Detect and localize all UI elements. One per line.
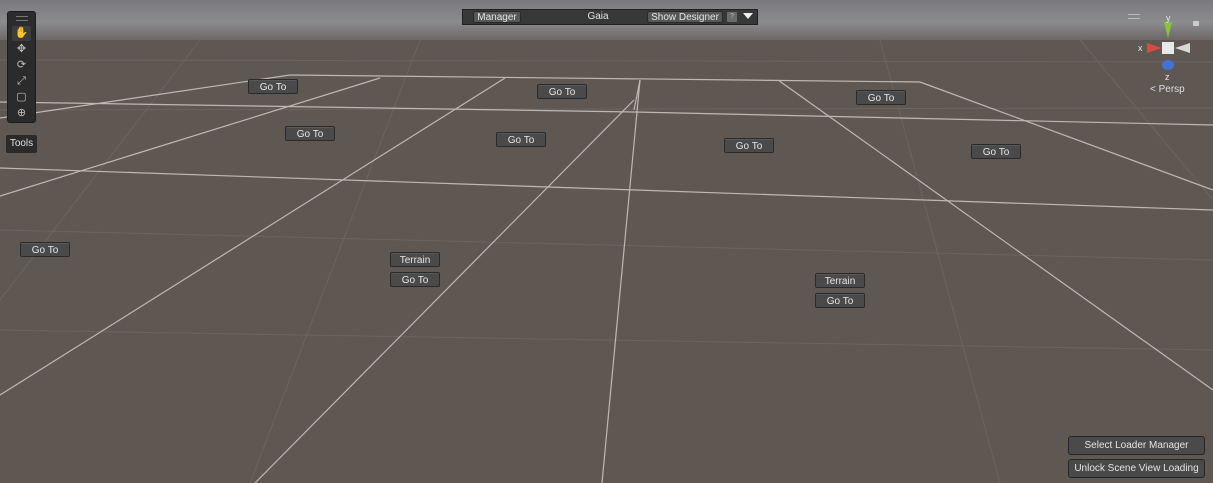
goto-button[interactable]: Go To [248,79,298,94]
tools-panel: ✋ ✥ ⟳ ⤢ ▢ ⊕ [7,11,36,123]
y-axis-cone-icon[interactable] [1164,22,1172,38]
goto-button[interactable]: Go To [537,84,587,99]
unlock-scene-view-loading-button[interactable]: Unlock Scene View Loading [1068,459,1205,478]
transform-tool-icon[interactable]: ⊕ [12,106,31,121]
scene-view[interactable]: ✋ ✥ ⟳ ⤢ ▢ ⊕ Tools Manager Gaia Show Desi… [0,0,1213,483]
show-designer-button[interactable]: Show Designer [647,11,723,23]
scale-tool-icon[interactable]: ⤢ [12,74,31,89]
goto-button[interactable]: Go To [724,138,774,153]
hand-tool-icon[interactable]: ✋ [12,26,31,41]
goto-button[interactable]: Go To [285,126,335,141]
goto-button[interactable]: Go To [390,272,440,287]
select-loader-manager-button[interactable]: Select Loader Manager [1068,436,1205,455]
orientation-gizmo[interactable]: y x z [1135,10,1205,95]
x-axis-cone-icon[interactable] [1147,43,1162,53]
goto-button[interactable]: Go To [496,132,546,147]
neg-x-axis-cone-icon[interactable] [1175,43,1190,53]
gizmo-center-icon[interactable] [1162,42,1174,54]
gaia-toolbar: Manager Gaia Show Designer ? [462,9,758,25]
goto-button[interactable]: Go To [815,293,865,308]
gizmo-x-label: x [1138,43,1143,53]
gaia-title: Gaia [587,11,609,22]
projection-toggle[interactable]: < Persp [1150,84,1185,95]
terrain-button[interactable]: Terrain [815,273,865,288]
gizmo-z-label: z [1165,72,1170,82]
gizmo-y-label: y [1166,13,1171,23]
chevron-down-icon[interactable] [743,13,753,19]
manager-button[interactable]: Manager [473,11,521,23]
goto-button[interactable]: Go To [20,242,70,257]
grip-icon[interactable] [16,16,28,21]
tools-button[interactable]: Tools [6,135,37,153]
terrain-button[interactable]: Terrain [390,252,440,267]
goto-button[interactable]: Go To [856,90,906,105]
ground-grid [0,39,1213,483]
help-icon[interactable]: ? [727,12,737,22]
rotate-tool-icon[interactable]: ⟳ [12,58,31,73]
move-tool-icon[interactable]: ✥ [12,42,31,57]
rect-tool-icon[interactable]: ▢ [12,90,31,105]
z-axis-cone-icon[interactable] [1162,60,1174,70]
goto-button[interactable]: Go To [971,144,1021,159]
